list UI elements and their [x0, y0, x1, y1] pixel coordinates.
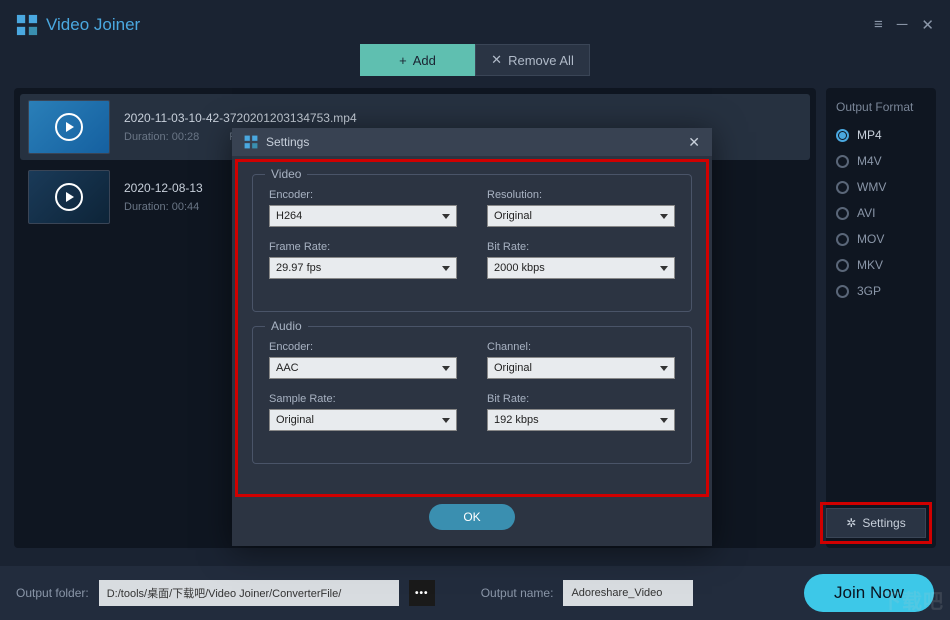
titlebar: Video Joiner ≡ ─ ✕ — [0, 0, 950, 50]
app-title: Video Joiner — [46, 15, 140, 35]
bottom-bar: Output folder: ••• Output name: Join Now — [0, 566, 950, 620]
settings-button-label: Settings — [862, 516, 905, 530]
format-radio-mov[interactable]: MOV — [836, 232, 926, 246]
output-name-label: Output name: — [481, 586, 554, 600]
join-now-button[interactable]: Join Now — [804, 574, 934, 612]
video-encoder-label: Encoder: — [269, 189, 457, 201]
window-controls: ≡ ─ ✕ — [874, 16, 934, 34]
audio-legend: Audio — [265, 319, 308, 333]
chevron-down-icon — [442, 366, 450, 371]
file-name: 2020-11-03-10-42-3720201203134753.mp4 — [124, 111, 388, 125]
format-radio-mp4[interactable]: MP4 — [836, 128, 926, 142]
settings-modal-body: Video Encoder: H264 Resolution: Original… — [235, 159, 709, 497]
video-framerate-label: Frame Rate: — [269, 241, 457, 253]
radio-icon — [836, 155, 849, 168]
format-radio-m4v[interactable]: M4V — [836, 154, 926, 168]
video-resolution-select[interactable]: Original — [487, 205, 675, 227]
audio-encoder-select[interactable]: AAC — [269, 357, 457, 379]
radio-icon — [836, 207, 849, 220]
add-button-label: Add — [413, 53, 436, 68]
output-format-panel: Output Format MP4 M4V WMV AVI MOV MKV 3G… — [826, 88, 936, 548]
radio-icon — [836, 181, 849, 194]
video-fieldset: Video Encoder: H264 Resolution: Original… — [252, 174, 692, 312]
chevron-down-icon — [442, 418, 450, 423]
menu-icon[interactable]: ≡ — [874, 16, 883, 34]
video-encoder-select[interactable]: H264 — [269, 205, 457, 227]
format-radio-3gp[interactable]: 3GP — [836, 284, 926, 298]
close-icon[interactable]: ✕ — [921, 16, 934, 34]
file-meta: Duration: 00:44 — [124, 201, 203, 213]
audio-bitrate-select[interactable]: 192 kbps — [487, 409, 675, 431]
radio-icon — [836, 285, 849, 298]
remove-all-label: Remove All — [508, 53, 574, 68]
output-format-title: Output Format — [836, 100, 926, 114]
chevron-down-icon — [660, 214, 668, 219]
video-framerate-select[interactable]: 29.97 fps — [269, 257, 457, 279]
toolbar: + Add ✕ Remove All — [0, 44, 950, 80]
file-name: 2020-12-08-13 — [124, 181, 203, 195]
remove-all-button[interactable]: ✕ Remove All — [475, 44, 590, 76]
app-logo: Video Joiner — [16, 14, 140, 36]
video-legend: Video — [265, 167, 307, 181]
settings-close-icon[interactable]: ✕ — [688, 134, 700, 151]
chevron-down-icon — [442, 266, 450, 271]
settings-modal-footer: OK — [232, 500, 712, 546]
audio-channel-label: Channel: — [487, 341, 675, 353]
settings-button-highlight: ✲ Settings — [820, 502, 932, 544]
chevron-down-icon — [660, 366, 668, 371]
audio-bitrate-label: Bit Rate: — [487, 393, 675, 405]
format-radio-wmv[interactable]: WMV — [836, 180, 926, 194]
video-bitrate-label: Bit Rate: — [487, 241, 675, 253]
audio-samplerate-label: Sample Rate: — [269, 393, 457, 405]
radio-icon — [836, 259, 849, 272]
file-info: 2020-12-08-13 Duration: 00:44 — [124, 181, 203, 213]
video-thumbnail[interactable] — [28, 100, 110, 154]
chevron-down-icon — [660, 266, 668, 271]
chevron-down-icon — [660, 418, 668, 423]
audio-fieldset: Audio Encoder: AAC Channel: Original Sam… — [252, 326, 692, 464]
add-button[interactable]: + Add — [360, 44, 475, 76]
gear-icon: ✲ — [846, 516, 856, 530]
settings-button[interactable]: ✲ Settings — [826, 508, 926, 538]
format-radio-mkv[interactable]: MKV — [836, 258, 926, 272]
play-icon — [55, 113, 83, 141]
chevron-down-icon — [442, 214, 450, 219]
settings-modal: Settings ✕ Video Encoder: H264 Resolutio… — [232, 128, 712, 546]
x-icon: ✕ — [491, 52, 502, 68]
settings-modal-header: Settings ✕ — [232, 128, 712, 156]
play-icon — [55, 183, 83, 211]
output-folder-input[interactable] — [99, 580, 399, 606]
ok-button[interactable]: OK — [429, 504, 515, 530]
minimize-icon[interactable]: ─ — [897, 16, 908, 34]
browse-button[interactable]: ••• — [409, 580, 435, 606]
output-folder-label: Output folder: — [16, 586, 89, 600]
audio-samplerate-select[interactable]: Original — [269, 409, 457, 431]
output-name-input[interactable] — [563, 580, 693, 606]
app-logo-icon — [16, 14, 38, 36]
radio-icon — [836, 233, 849, 246]
video-bitrate-select[interactable]: 2000 kbps — [487, 257, 675, 279]
radio-icon — [836, 129, 849, 142]
video-thumbnail[interactable] — [28, 170, 110, 224]
settings-modal-title: Settings — [266, 135, 680, 149]
audio-channel-select[interactable]: Original — [487, 357, 675, 379]
audio-encoder-label: Encoder: — [269, 341, 457, 353]
format-radio-avi[interactable]: AVI — [836, 206, 926, 220]
settings-icon — [244, 135, 258, 149]
video-resolution-label: Resolution: — [487, 189, 675, 201]
plus-icon: + — [399, 53, 407, 68]
